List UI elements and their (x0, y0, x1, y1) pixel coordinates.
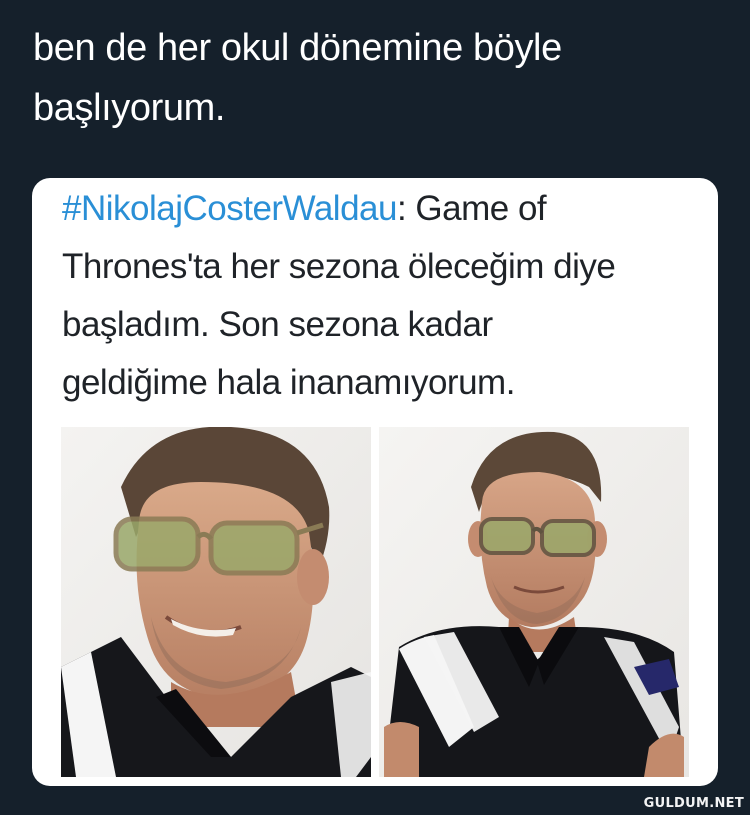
meme-caption: ben de her okul dönemine böyle başlıyoru… (33, 18, 673, 138)
portrait-closeup-image (61, 427, 371, 777)
photo-right[interactable] (379, 427, 689, 777)
photo-left[interactable] (61, 427, 371, 777)
tweet-line-4: geldiğime hala inanamıyorum. (62, 363, 515, 402)
tweet-line-1: #NikolajCosterWaldau: Game of (62, 180, 682, 238)
caption-line-2: başlıyorum. (33, 87, 226, 129)
hashtag-link[interactable]: #NikolajCosterWaldau (62, 189, 397, 228)
portrait-halfbody-image (379, 427, 689, 777)
tweet-line-1-rest: Game of (406, 189, 547, 228)
tweet-line-3: başladım. Son sezona kadar (62, 305, 493, 344)
tweet-text: #NikolajCosterWaldau: Game of Thrones'ta… (62, 180, 682, 412)
tweet-colon: : (396, 189, 407, 228)
tweet-card: #NikolajCosterWaldau: Game of Thrones'ta… (32, 178, 718, 786)
caption-line-1: ben de her okul dönemine böyle (33, 27, 562, 69)
tweet-line-2: Thrones'ta her sezona öleceğim diye (62, 247, 616, 286)
watermark-logo: GULDUM.NET (643, 796, 744, 811)
